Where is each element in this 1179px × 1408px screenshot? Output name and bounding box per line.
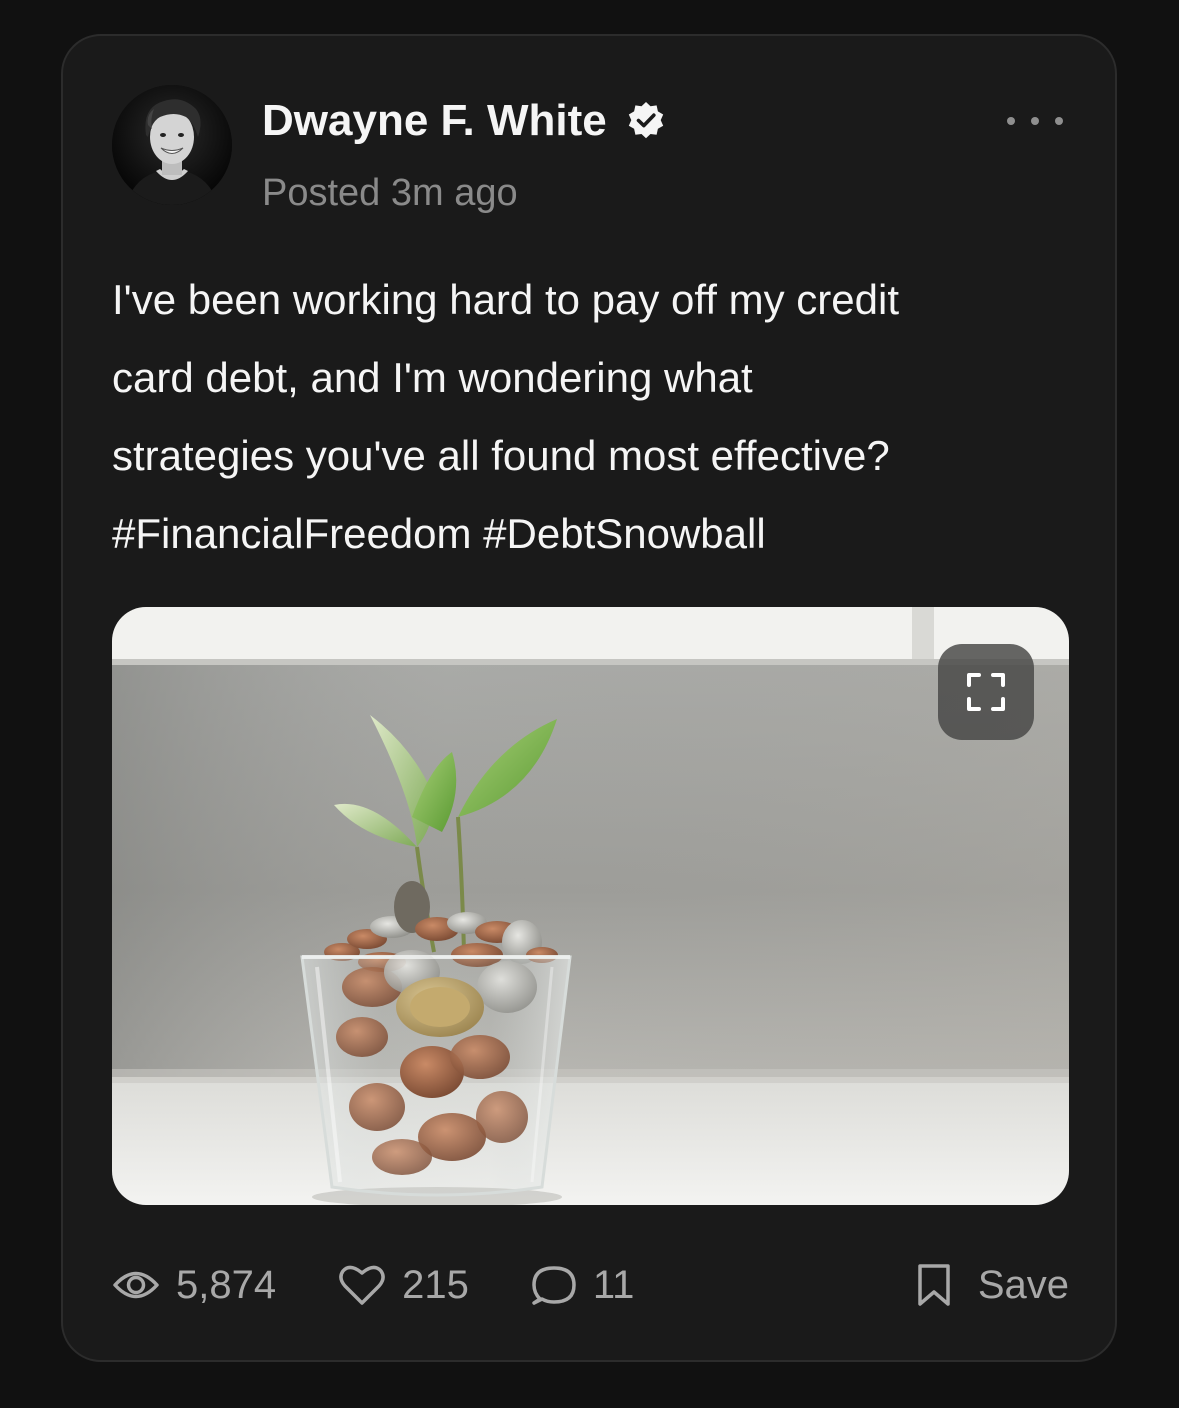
eye-icon bbox=[113, 1271, 159, 1299]
post-card: Dwayne F. White Posted 3m ago I've been … bbox=[61, 34, 1117, 1362]
post-text-line: card debt, and I'm wondering what bbox=[112, 354, 753, 401]
save-button[interactable]: Save bbox=[916, 1262, 1069, 1308]
avatar-image bbox=[112, 85, 232, 205]
verified-badge-icon bbox=[625, 100, 667, 142]
avatar[interactable] bbox=[112, 85, 232, 205]
comment-bubble-icon bbox=[532, 1266, 576, 1305]
post-text-line: strategies you've all found most effecti… bbox=[112, 432, 890, 479]
post-hashtags[interactable]: #FinancialFreedom #DebtSnowball bbox=[112, 495, 1072, 573]
expand-icon bbox=[967, 673, 1005, 711]
more-horizontal-icon-dot bbox=[1031, 117, 1039, 125]
more-options-button[interactable] bbox=[1007, 106, 1063, 136]
post-stats-bar: 5,874 215 11 Save bbox=[112, 1257, 1069, 1313]
expand-image-button[interactable] bbox=[938, 644, 1034, 740]
post-body: I've been working hard to pay off my cre… bbox=[112, 261, 1072, 573]
like-button[interactable]: 215 bbox=[338, 1263, 469, 1308]
author-name[interactable]: Dwayne F. White bbox=[262, 96, 667, 146]
likes-count-text: 215 bbox=[402, 1262, 469, 1307]
heart-icon bbox=[339, 1265, 385, 1305]
comment-button[interactable]: 11 bbox=[531, 1262, 635, 1308]
comments-count-text: 11 bbox=[592, 1262, 635, 1307]
post-text-line: I've been working hard to pay off my cre… bbox=[112, 276, 899, 323]
views-count: 5,874 bbox=[112, 1263, 276, 1308]
views-count-text: 5,874 bbox=[176, 1262, 277, 1307]
save-label: Save bbox=[977, 1262, 1069, 1307]
more-horizontal-icon-dot bbox=[1055, 117, 1063, 125]
author-name-text: Dwayne F. White bbox=[262, 96, 607, 145]
post-timestamp: Posted 3m ago bbox=[262, 172, 518, 214]
post-image[interactable] bbox=[112, 607, 1069, 1205]
bookmark-icon bbox=[918, 1264, 950, 1306]
more-horizontal-icon-dot bbox=[1007, 117, 1015, 125]
plant-in-coins-image bbox=[112, 607, 1069, 1205]
